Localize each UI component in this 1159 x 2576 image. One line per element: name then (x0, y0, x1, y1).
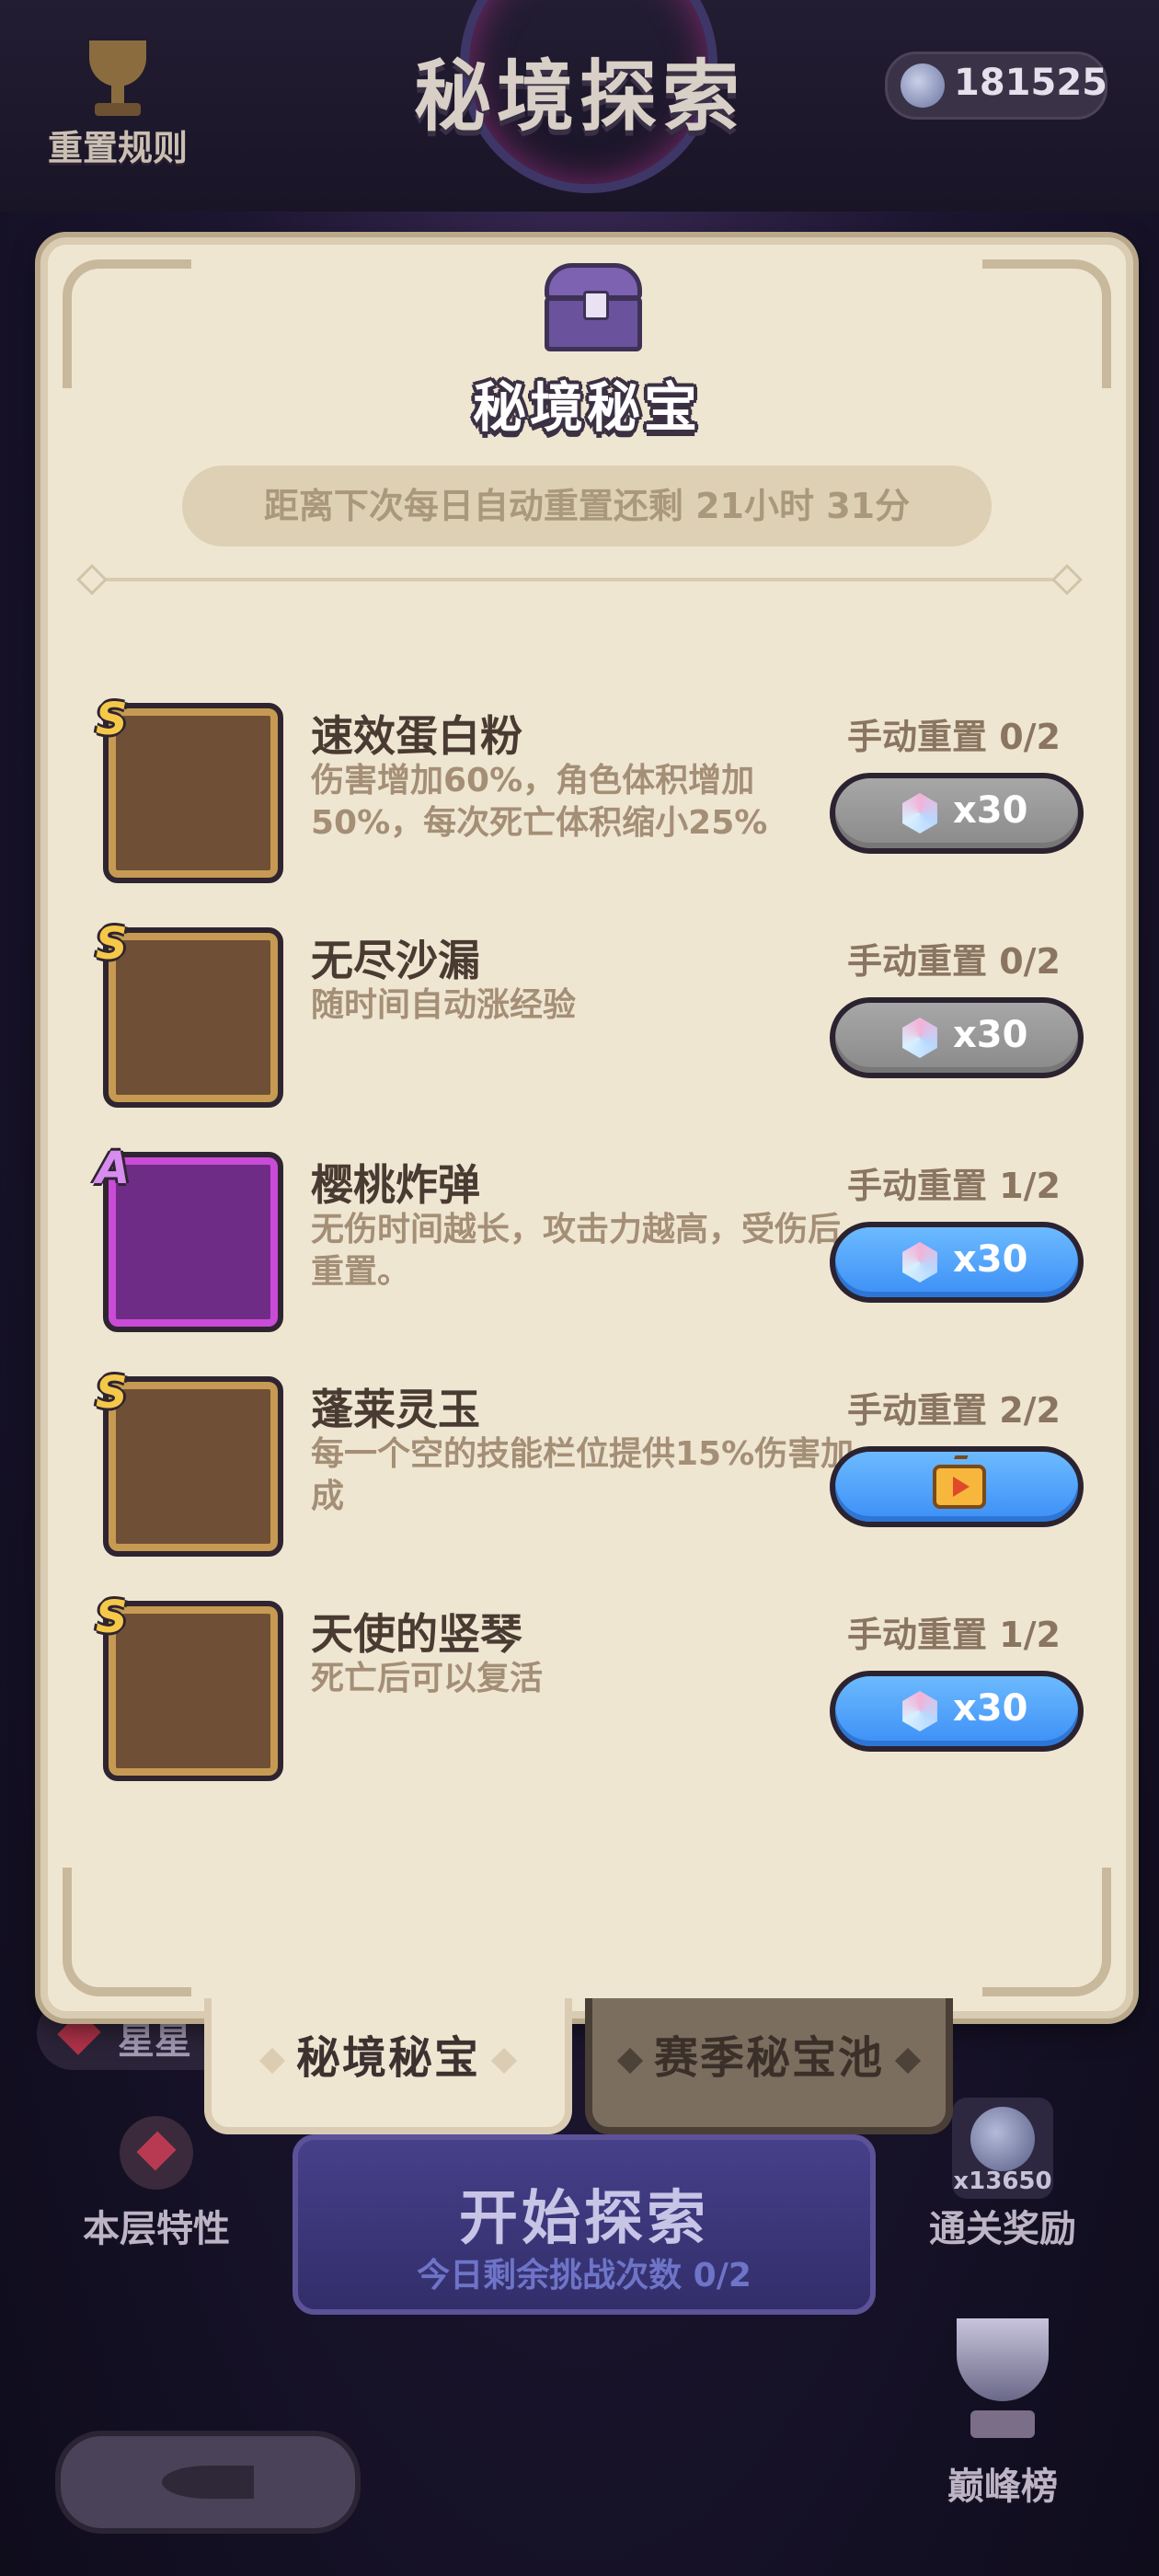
treasure-chest-icon (545, 263, 642, 351)
item-name: 蓬莱灵玉 (311, 1385, 480, 1434)
reset-rules-button[interactable]: 重置规则 (35, 37, 201, 170)
start-explore-label: 开始探索 (459, 2185, 709, 2253)
remaining-attempts-label: 今日剩余挑战次数 0/2 (417, 2257, 752, 2294)
star-label: 星星 (118, 2020, 191, 2063)
rank-badge: S (96, 694, 128, 745)
reset-gem-button[interactable]: x30 (830, 773, 1084, 854)
start-explore-button[interactable]: 开始探索 今日剩余挑战次数 0/2 (293, 2134, 876, 2315)
gem-icon (902, 1691, 937, 1731)
gem-cost: x30 (953, 789, 1028, 832)
tab-secret-treasure[interactable]: 秘境秘宝 (204, 1998, 572, 2134)
peak-rank-button[interactable]: 巅峰榜 (901, 2300, 1104, 2510)
reset-gem-button[interactable]: x30 (830, 1671, 1084, 1752)
gem-cost: x30 (953, 1687, 1028, 1730)
manual-reset-count: 手动重置 1/2 (847, 1615, 1061, 1655)
treasure-item: S 速效蛋白粉 伤害增加60%，角色体积增加50%，每次死亡体积缩小25% 手动… (96, 694, 1084, 896)
rank-badge: S (96, 918, 128, 970)
clear-reward-count: x13650 (953, 2168, 1052, 2195)
treasure-modal: 秘境秘宝 距离下次每日自动重置还剩 21小时 31分 S 速效蛋白粉 伤害增加6… (40, 237, 1133, 2018)
treasure-item: S 无尽沙漏 随时间自动涨经验 手动重置 0/2 x30 (96, 918, 1084, 1121)
hourglass-icon (103, 927, 283, 1108)
tab-label: 赛季秘宝池 (653, 2032, 884, 2084)
item-name: 速效蛋白粉 (311, 711, 522, 761)
item-name: 樱桃炸弹 (311, 1160, 480, 1210)
diamond-ornament-icon (894, 2047, 922, 2075)
treasure-item: S 蓬莱灵玉 每一个空的技能栏位提供15%伤害加成 手动重置 2/2 (96, 1367, 1084, 1570)
back-arrow-icon (162, 2466, 254, 2499)
treasure-item: A 樱桃炸弹 无伤时间越长，攻击力越高，受伤后重置。 手动重置 1/2 x30 (96, 1143, 1084, 1345)
treasure-item: S 天使的竖琴 死亡后可以复活 手动重置 1/2 x30 (96, 1592, 1084, 1794)
rank-badge: S (96, 1367, 128, 1419)
item-description: 随时间自动涨经验 (311, 986, 577, 1024)
clear-reward-label: 通关奖励 (929, 2208, 1076, 2250)
gem-cost: x30 (953, 1014, 1028, 1056)
lyre-icon (103, 1601, 283, 1781)
reset-timer: 距离下次每日自动重置还剩 21小时 31分 (182, 466, 992, 546)
manual-reset-count: 手动重置 0/2 (847, 717, 1061, 757)
item-description: 死亡后可以复活 (311, 1660, 544, 1697)
reset-gem-button[interactable]: x30 (830, 997, 1084, 1078)
star-coin-icon (901, 63, 945, 108)
item-description: 无伤时间越长，攻击力越高，受伤后重置。 (311, 1211, 842, 1291)
tab-label: 秘境秘宝 (295, 2032, 480, 2084)
corner-ornament (982, 1868, 1111, 1996)
diamond-ornament-icon (258, 2047, 286, 2075)
reset-gem-button[interactable]: x30 (830, 1222, 1084, 1303)
cherry-bomb-icon (103, 1152, 283, 1332)
divider (86, 578, 1073, 581)
manual-reset-count: 手动重置 1/2 (847, 1166, 1061, 1206)
manual-reset-count: 手动重置 2/2 (847, 1390, 1061, 1431)
trophy-icon (76, 37, 159, 125)
rank-badge: A (96, 1143, 131, 1194)
jade-icon (103, 1376, 283, 1557)
back-button[interactable] (55, 2431, 361, 2534)
reward-coin-icon: x13650 (952, 2098, 1053, 2199)
item-description: 伤害增加60%，角色体积增加50%，每次死亡体积缩小25% (311, 762, 768, 842)
gem-icon (902, 1242, 937, 1282)
modal-title: 秘境秘宝 (472, 376, 701, 439)
item-description: 每一个空的技能栏位提供15%伤害加成 (311, 1435, 855, 1515)
corner-ornament (63, 1868, 191, 1996)
currency-counter: 181525 (885, 52, 1107, 120)
reset-rules-label: 重置规则 (47, 128, 188, 168)
video-ad-icon (933, 1465, 986, 1509)
item-name: 天使的竖琴 (311, 1609, 522, 1659)
gem-icon (902, 1018, 937, 1058)
layer-trait-button[interactable]: 本层特性 (55, 2116, 258, 2252)
tab-season-treasure-pool[interactable]: 赛季秘宝池 (585, 1998, 953, 2134)
protein-powder-icon (103, 703, 283, 883)
watch-ad-reset-button[interactable] (830, 1446, 1084, 1527)
manual-reset-count: 手动重置 0/2 (847, 941, 1061, 982)
diamond-ornament-icon (616, 2047, 644, 2075)
peak-trophy-icon (934, 2300, 1072, 2456)
peak-rank-label: 巅峰榜 (947, 2466, 1058, 2508)
gem-cost: x30 (953, 1238, 1028, 1281)
layer-trait-label: 本层特性 (83, 2208, 230, 2250)
layer-trait-icon (120, 2116, 193, 2190)
item-name: 无尽沙漏 (311, 936, 480, 985)
diamond-ornament-icon (490, 2047, 518, 2075)
rank-badge: S (96, 1592, 128, 1643)
gem-icon (902, 793, 937, 834)
currency-value: 181525 (954, 62, 1107, 104)
